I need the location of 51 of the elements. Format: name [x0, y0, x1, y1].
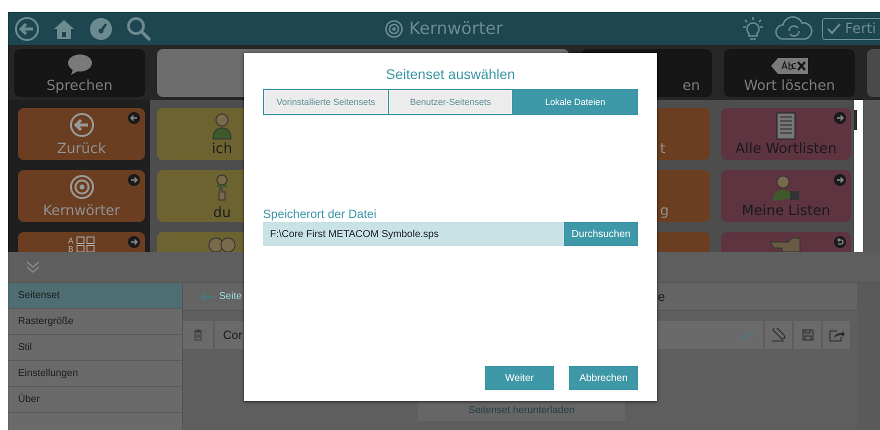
sidebar-item[interactable]: Seitenset — [8, 283, 182, 309]
double-chevron-down-icon[interactable] — [26, 261, 40, 273]
two-people-icon — [206, 236, 238, 252]
back-icon[interactable] — [14, 16, 40, 42]
person-icon — [211, 112, 233, 140]
word-tile[interactable]: Meine Listen — [721, 170, 851, 222]
edit-button[interactable] — [765, 321, 792, 349]
dialog-title: Seitenset auswählen — [384, 66, 516, 82]
gauge-icon[interactable] — [88, 16, 114, 42]
target-icon — [68, 174, 94, 200]
tab[interactable]: Lokale Dateien — [513, 90, 638, 114]
browse-button[interactable]: Durchsuchen — [564, 222, 638, 246]
sidebar-item[interactable]: Einstellungen — [8, 361, 182, 387]
person-with-tablet-icon — [771, 174, 801, 202]
tab[interactable]: Vorinstallierte Seitensets — [264, 90, 389, 114]
backspace-word-icon — [770, 56, 810, 76]
word-tile[interactable]: Alle Wortlisten — [721, 108, 851, 160]
pencil-icon — [770, 328, 786, 342]
download-button[interactable]: Seitenset herunterladen — [418, 399, 625, 421]
pageset-name: Cor — [223, 328, 242, 342]
file-path-field[interactable]: F:\Core First METACOM Symbole.sps — [263, 222, 564, 246]
search-icon[interactable] — [126, 16, 152, 42]
page-title: Kernwörter — [409, 18, 503, 38]
delete-word-button[interactable]: Wort löschen — [724, 49, 855, 97]
nav-tile[interactable]: Kernwörter — [18, 170, 145, 222]
speak-button[interactable]: Sprechen — [14, 49, 145, 97]
share-button[interactable] — [823, 321, 850, 349]
sidebar-item[interactable]: Stil — [8, 335, 182, 361]
left-arrow-circle-icon — [68, 112, 94, 138]
save-button[interactable] — [794, 321, 821, 349]
back-link[interactable]: Seite — [219, 291, 242, 302]
sidebar-item[interactable]: Über — [8, 387, 182, 413]
checkmark-icon — [826, 22, 841, 34]
dialog-button[interactable]: Weiter — [485, 366, 554, 390]
document-icon — [776, 112, 796, 140]
toolbar-button[interactable] — [867, 49, 880, 97]
nav-tile[interactable]: Zurück — [18, 108, 145, 160]
share-icon — [828, 328, 844, 342]
done-button[interactable]: Ferti — [822, 18, 880, 40]
sidebar-item[interactable]: Rastergröße — [8, 309, 182, 335]
trash-icon — [193, 329, 203, 341]
header-title: e — [658, 289, 666, 304]
scrollbar[interactable] — [854, 110, 857, 130]
delete-cell[interactable] — [183, 321, 213, 349]
checkmark-icon — [739, 329, 755, 341]
cloud-sync-icon[interactable] — [774, 16, 814, 42]
tab[interactable]: Benutzer-Seitensets — [388, 90, 514, 114]
dialog-button[interactable]: Abbrechen — [569, 366, 638, 390]
speech-bubble-icon — [66, 54, 92, 76]
target-icon — [385, 20, 404, 38]
nav-tile[interactable]: A B — [18, 232, 145, 252]
